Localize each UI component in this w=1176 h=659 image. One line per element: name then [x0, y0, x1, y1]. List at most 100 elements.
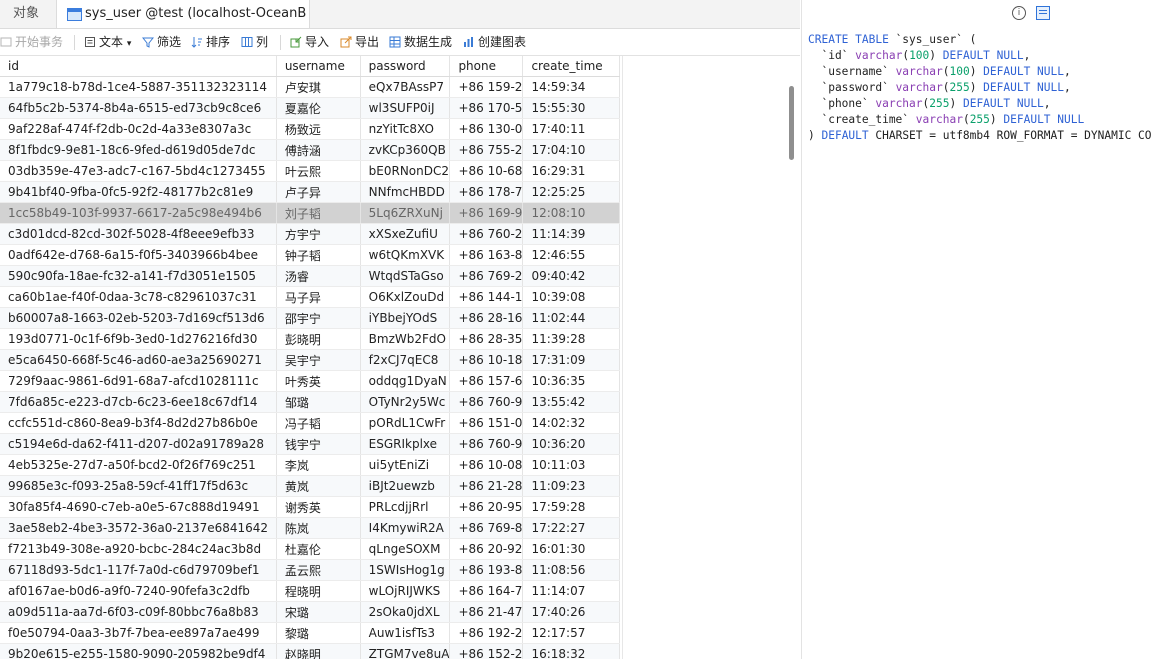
cell-phone[interactable]: +86 159-2	[449, 76, 524, 98]
table-row[interactable]: ca60b1ae-f40f-0daa-3c78-c82961037c31 马子异 O…	[0, 286, 620, 308]
column-header-id[interactable]: id	[0, 56, 277, 77]
cell-id[interactable]: c3d01dcd-82cd-302f-5028-4f8eee9efb33	[0, 223, 277, 245]
cell-username[interactable]: 马子异	[276, 286, 361, 308]
cell-id[interactable]: 3ae58eb2-4be3-3572-36a0-2137e6841642	[0, 517, 277, 539]
cell-phone[interactable]: +86 192-2	[449, 622, 524, 644]
cell-id[interactable]: 03db359e-47e3-adc7-c167-5bd4c1273455	[0, 160, 277, 182]
cell-id[interactable]: 9b20e615-e255-1580-9090-205982be9df4	[0, 643, 277, 659]
cell-username[interactable]: 邹璐	[276, 391, 361, 413]
cell-username[interactable]: 方宇宁	[276, 223, 361, 245]
cell-create-time[interactable]: 10:11:03	[522, 454, 620, 476]
cell-id[interactable]: e5ca6450-668f-5c46-ad60-ae3a25690271	[0, 349, 277, 371]
cell-username[interactable]: 吴宇宁	[276, 349, 361, 371]
cell-password[interactable]: Auw1isfTs3	[360, 622, 451, 644]
cell-phone[interactable]: +86 10-18	[449, 349, 524, 371]
columns-button[interactable]: 列	[241, 33, 268, 51]
cell-password[interactable]: ZTGM7ve8uA	[360, 643, 451, 659]
table-row[interactable]: 8f1fbdc9-9e81-18c6-9fed-d619d05de7dc 傅詩涵 z…	[0, 139, 620, 161]
cell-password[interactable]: zvKCp360QB	[360, 139, 451, 161]
cell-password[interactable]: iBJt2uewzb	[360, 475, 451, 497]
cell-username[interactable]: 傅詩涵	[276, 139, 361, 161]
cell-username[interactable]: 夏嘉伦	[276, 97, 361, 119]
cell-username[interactable]: 孟云熙	[276, 559, 361, 581]
cell-phone[interactable]: +86 163-8	[449, 244, 524, 266]
cell-password[interactable]: bE0RNonDC2	[360, 160, 451, 182]
table-row[interactable]: f0e50794-0aa3-3b7f-7bea-ee897a7ae499 黎璐 Au…	[0, 622, 620, 644]
cell-create-time[interactable]: 10:36:20	[522, 433, 620, 455]
cell-create-time[interactable]: 12:25:25	[522, 181, 620, 203]
info-icon[interactable]: i	[1012, 6, 1026, 20]
table-row[interactable]: 03db359e-47e3-adc7-c167-5bd4c1273455 叶云熙 b…	[0, 160, 620, 182]
cell-username[interactable]: 冯子韬	[276, 412, 361, 434]
cell-password[interactable]: ui5ytEniZi	[360, 454, 451, 476]
cell-create-time[interactable]: 11:14:39	[522, 223, 620, 245]
table-row[interactable]: 1cc58b49-103f-9937-6617-2a5c98e494b6 刘子韬 5…	[0, 202, 620, 224]
cell-id[interactable]: 729f9aac-9861-6d91-68a7-afcd1028111c	[0, 370, 277, 392]
create-chart-button[interactable]: 创建图表	[463, 33, 526, 51]
cell-create-time[interactable]: 14:59:34	[522, 76, 620, 98]
table-row[interactable]: a09d511a-aa7d-6f03-c09f-80bbc76a8b83 宋璐 2s…	[0, 601, 620, 623]
cell-create-time[interactable]: 12:46:55	[522, 244, 620, 266]
table-row[interactable]: 1a779c18-b78d-1ce4-5887-351132323114 卢安琪 e…	[0, 76, 620, 98]
cell-password[interactable]: PRLcdjjRrl	[360, 496, 451, 518]
table-row[interactable]: c3d01dcd-82cd-302f-5028-4f8eee9efb33 方宇宁 x…	[0, 223, 620, 245]
cell-phone[interactable]: +86 760-2	[449, 223, 524, 245]
cell-username[interactable]: 程晓明	[276, 580, 361, 602]
cell-create-time[interactable]: 17:59:28	[522, 496, 620, 518]
data-grid[interactable]: id username password phone create_time 1…	[0, 56, 620, 659]
cell-password[interactable]: oddqg1DyaN	[360, 370, 451, 392]
cell-password[interactable]: eQx7BAssP7	[360, 76, 451, 98]
cell-phone[interactable]: +86 769-8	[449, 517, 524, 539]
cell-create-time[interactable]: 17:22:27	[522, 517, 620, 539]
sort-button[interactable]: 排序	[191, 33, 230, 51]
cell-password[interactable]: f2xCJ7qEC8	[360, 349, 451, 371]
cell-username[interactable]: 钟子韬	[276, 244, 361, 266]
cell-username[interactable]: 卢子异	[276, 181, 361, 203]
cell-phone[interactable]: +86 152-2	[449, 643, 524, 659]
cell-password[interactable]: I4KmywiR2A	[360, 517, 451, 539]
table-row[interactable]: 590c90fa-18ae-fc32-a141-f7d3051e1505 汤睿 Wt…	[0, 265, 620, 287]
begin-transaction-button[interactable]: 开始事务	[0, 33, 63, 51]
cell-create-time[interactable]: 11:14:07	[522, 580, 620, 602]
table-row[interactable]: af0167ae-b0d6-a9f0-7240-90fefa3c2dfb 程晓明 w…	[0, 580, 620, 602]
ddl-code[interactable]: CREATE TABLE `sys_user` ( `id` varchar(1…	[808, 32, 1152, 144]
cell-create-time[interactable]: 17:04:10	[522, 139, 620, 161]
table-row[interactable]: 99685e3c-f093-25a8-59cf-41ff17f5d63c 黄岚 iB…	[0, 475, 620, 497]
cell-username[interactable]: 李岚	[276, 454, 361, 476]
cell-create-time[interactable]: 15:55:30	[522, 97, 620, 119]
cell-username[interactable]: 卢安琪	[276, 76, 361, 98]
cell-create-time[interactable]: 12:17:57	[522, 622, 620, 644]
cell-create-time[interactable]: 13:55:42	[522, 391, 620, 413]
cell-username[interactable]: 杜嘉伦	[276, 538, 361, 560]
column-header-phone[interactable]: phone	[449, 56, 524, 77]
cell-username[interactable]: 邵宇宁	[276, 307, 361, 329]
vertical-scrollbar[interactable]	[786, 56, 798, 659]
cell-password[interactable]: ESGRIkplxe	[360, 433, 451, 455]
cell-create-time[interactable]: 09:40:42	[522, 265, 620, 287]
cell-id[interactable]: 9af228af-474f-f2db-0c2d-4a33e8307a3c	[0, 118, 277, 140]
cell-id[interactable]: 9b41bf40-9fba-0fc5-92f2-48177b2c81e9	[0, 181, 277, 203]
table-row[interactable]: 67118d93-5dc1-117f-7a0d-c6d79709bef1 孟云熙 1…	[0, 559, 620, 581]
cell-id[interactable]: af0167ae-b0d6-a9f0-7240-90fefa3c2dfb	[0, 580, 277, 602]
cell-password[interactable]: nzYitTc8XO	[360, 118, 451, 140]
column-header-username[interactable]: username	[276, 56, 361, 77]
cell-password[interactable]: w6tQKmXVK	[360, 244, 451, 266]
cell-id[interactable]: 0adf642e-d768-6a15-f0f5-3403966b4bee	[0, 244, 277, 266]
cell-username[interactable]: 彭晓明	[276, 328, 361, 350]
cell-create-time[interactable]: 17:40:11	[522, 118, 620, 140]
cell-username[interactable]: 赵晓明	[276, 643, 361, 659]
cell-id[interactable]: 99685e3c-f093-25a8-59cf-41ff17f5d63c	[0, 475, 277, 497]
cell-username[interactable]: 谢秀英	[276, 496, 361, 518]
cell-id[interactable]: f0e50794-0aa3-3b7f-7bea-ee897a7ae499	[0, 622, 277, 644]
cell-username[interactable]: 汤睿	[276, 265, 361, 287]
cell-id[interactable]: 193d0771-0c1f-6f9b-3ed0-1d276216fd30	[0, 328, 277, 350]
cell-create-time[interactable]: 11:09:23	[522, 475, 620, 497]
cell-id[interactable]: 4eb5325e-27d7-a50f-bcd2-0f26f769c251	[0, 454, 277, 476]
tab-objects[interactable]: 对象	[0, 0, 52, 28]
cell-username[interactable]: 黄岚	[276, 475, 361, 497]
cell-username[interactable]: 叶秀英	[276, 370, 361, 392]
cell-password[interactable]: BmzWb2FdO	[360, 328, 451, 350]
cell-id[interactable]: 7fd6a85c-e223-d7cb-6c23-6ee18c67df14	[0, 391, 277, 413]
cell-phone[interactable]: +86 10-68	[449, 160, 524, 182]
table-row[interactable]: 3ae58eb2-4be3-3572-36a0-2137e6841642 陈岚 I4…	[0, 517, 620, 539]
